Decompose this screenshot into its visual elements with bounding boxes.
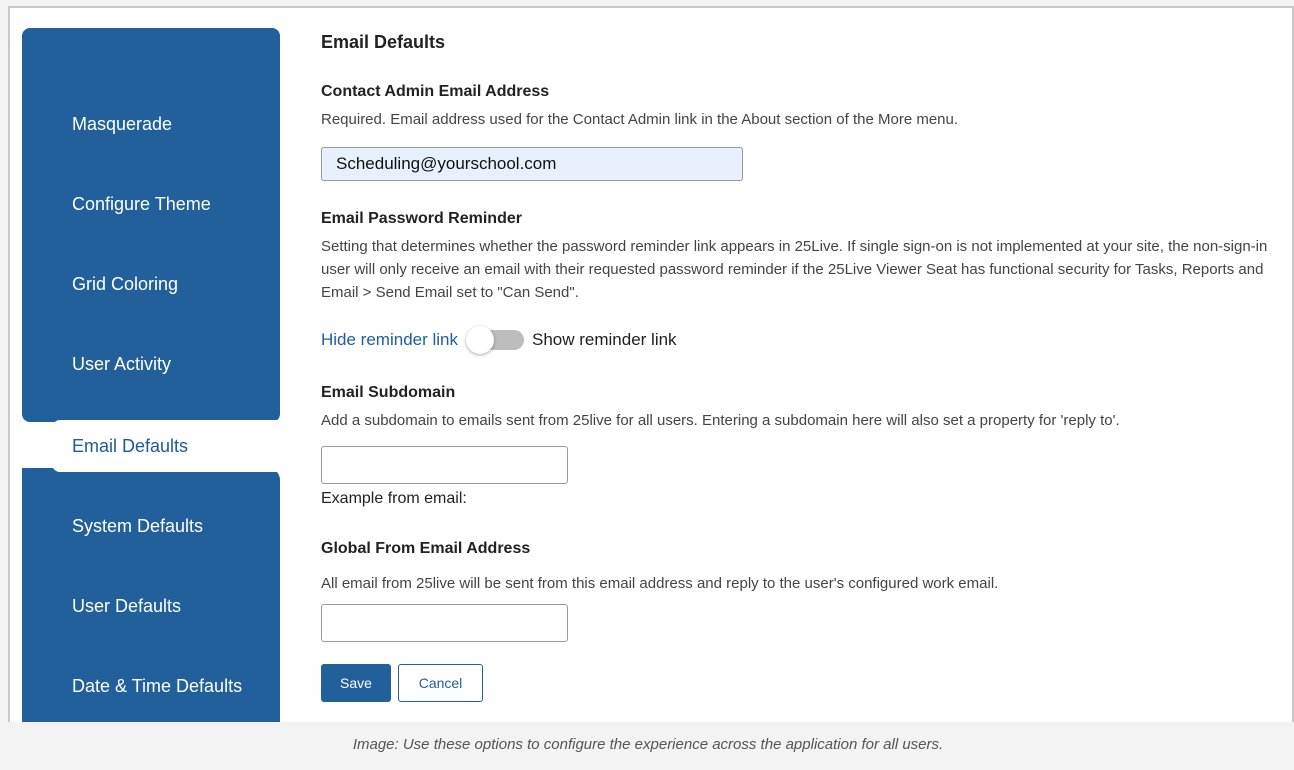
app-frame: Masquerade Configure Theme Grid Coloring… [8,6,1294,722]
hide-reminder-label[interactable]: Hide reminder link [321,330,458,350]
contact-admin-heading: Contact Admin Email Address [321,83,550,100]
sidebar-item-date-time-defaults[interactable]: Date & Time Defaults [22,660,280,712]
subdomain-example-label: Example from email: [321,490,467,507]
subdomain-input[interactable] [321,446,568,484]
sidebar-item-grid-coloring[interactable]: Grid Coloring [22,258,280,310]
sidebar-item-configure-theme[interactable]: Configure Theme [22,178,280,230]
toggle-knob[interactable] [466,326,494,354]
global-from-description: All email from 25live will be sent from … [321,575,999,592]
global-from-email-input[interactable] [321,604,568,642]
show-reminder-label[interactable]: Show reminder link [532,330,677,350]
reminder-toggle-row: Hide reminder link Show reminder link [321,326,677,354]
contact-admin-email-input[interactable] [321,147,743,181]
global-from-heading: Global From Email Address [321,540,531,557]
image-caption: Image: Use these options to configure th… [352,735,944,753]
sidebar-item-user-activity[interactable]: User Activity [22,338,280,390]
sidebar-item-system-defaults[interactable]: System Defaults [22,500,280,552]
cancel-button[interactable]: Cancel [398,664,483,702]
password-reminder-heading: Email Password Reminder [321,210,522,227]
page-title: Email Defaults [321,32,446,52]
sidebar-item-email-defaults[interactable]: Email Defaults [52,420,280,472]
subdomain-heading: Email Subdomain [321,384,456,401]
save-button[interactable]: Save [321,664,391,702]
sidebar-item-masquerade[interactable]: Masquerade [22,98,280,150]
sidebar-item-user-defaults[interactable]: User Defaults [22,580,280,632]
password-reminder-description: Setting that determines whether the pass… [321,238,1268,301]
contact-admin-description: Required. Email address used for the Con… [321,111,959,128]
subdomain-description: Add a subdomain to emails sent from 25li… [321,412,1120,429]
reminder-toggle[interactable] [466,326,524,354]
